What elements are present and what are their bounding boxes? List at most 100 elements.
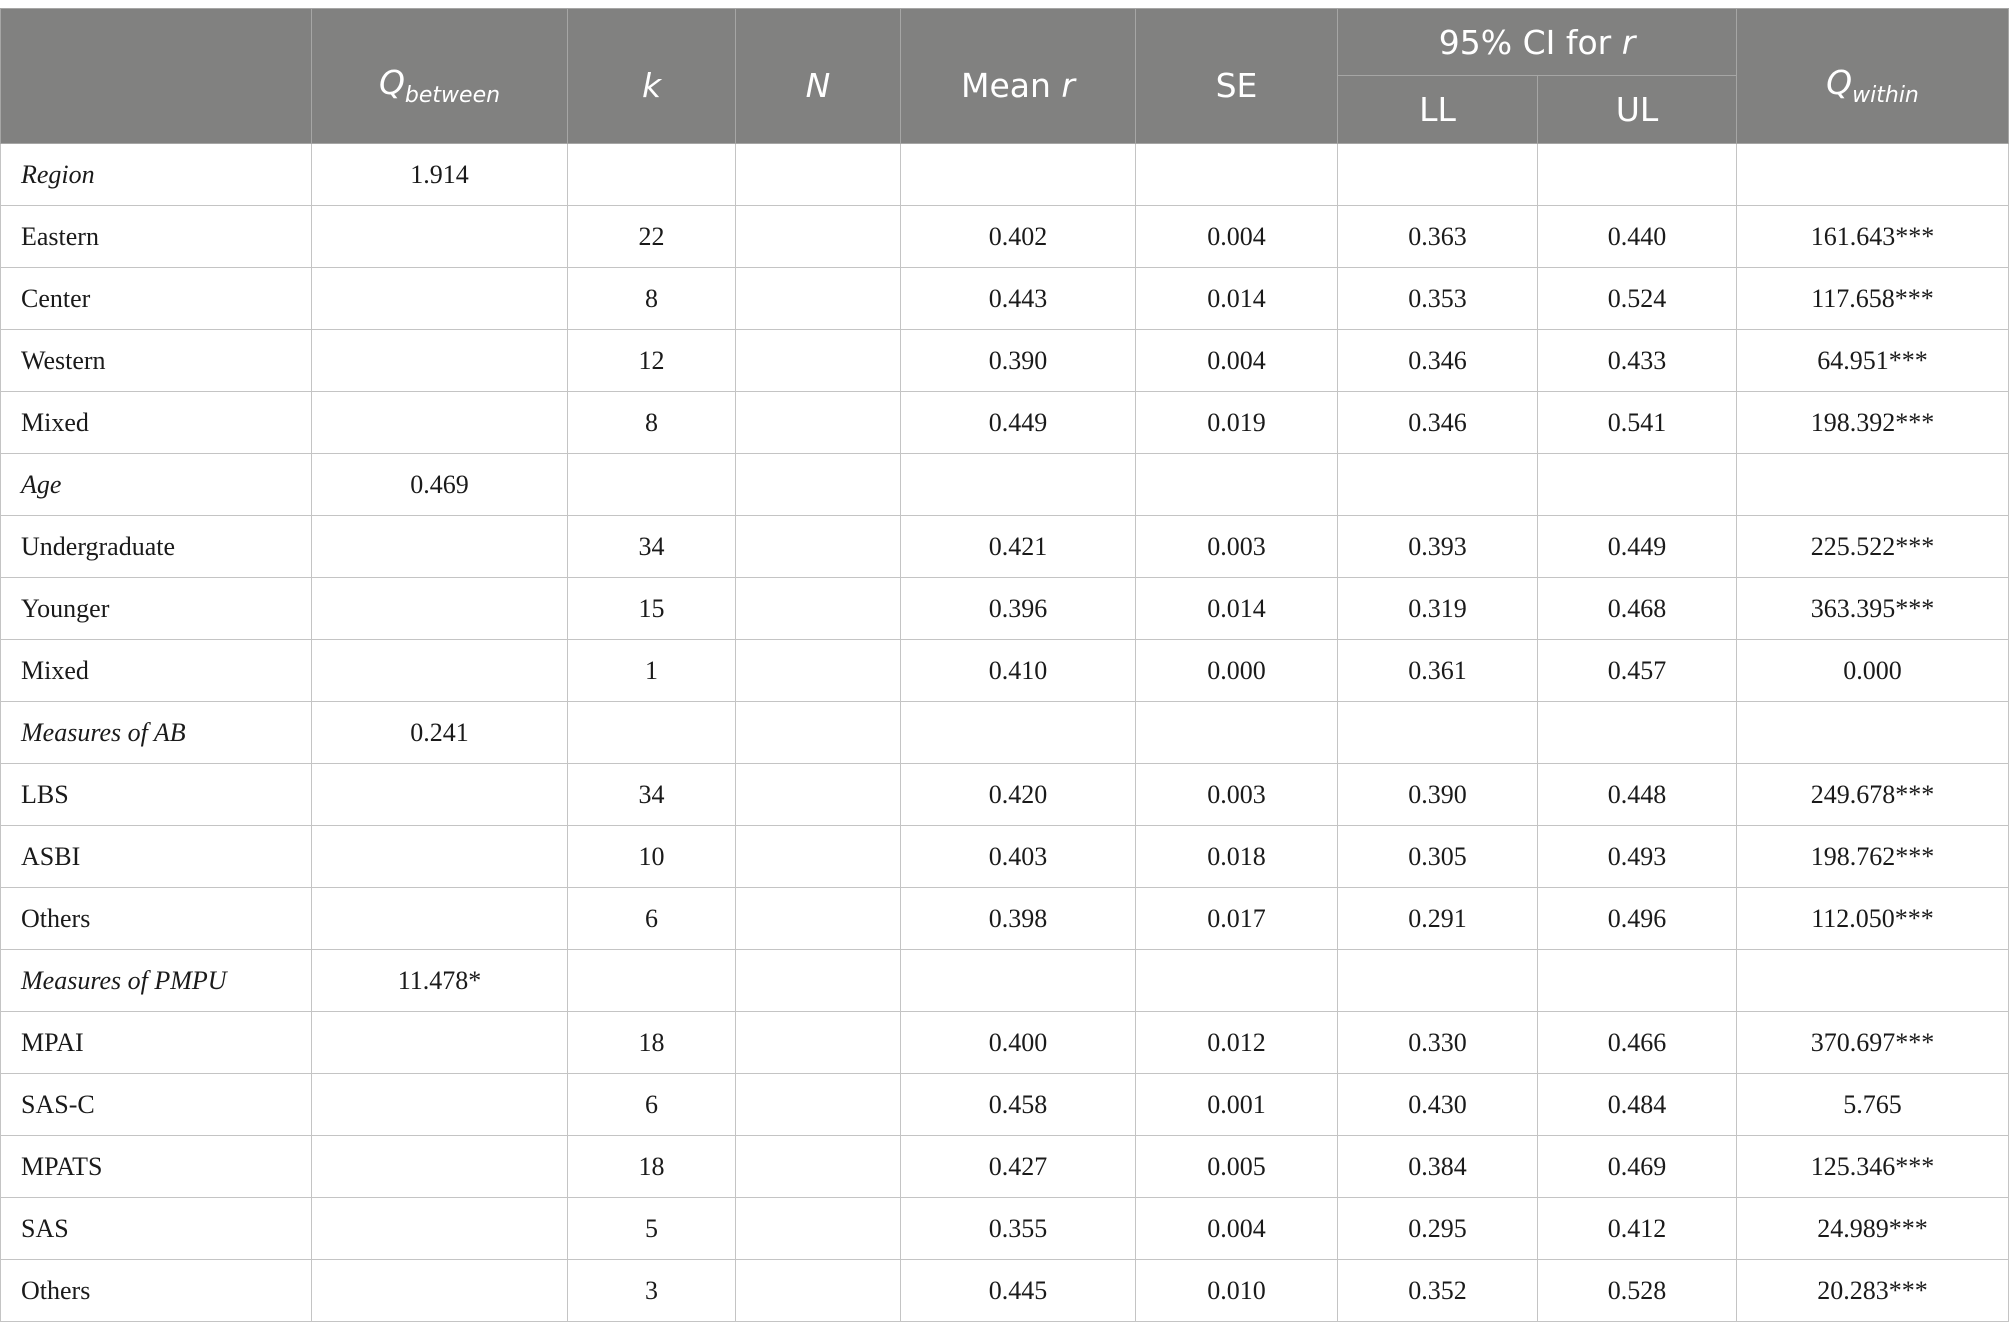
cell-label: Mixed (0, 391, 312, 454)
cell-ll: 0.346 (1337, 391, 1538, 454)
cell-ul: 0.457 (1536, 639, 1738, 702)
cell-q-within (1736, 701, 2009, 764)
cell-mean-r (900, 949, 1136, 1012)
cell-label: MPAI (0, 1011, 312, 1074)
header-ll: LL (1337, 75, 1538, 144)
header-q-between-main: Q (378, 62, 405, 102)
cell-ll: 0.430 (1337, 1073, 1538, 1136)
results-table-container: Qbetween k N Mean r SE 95% CI for r Qwit… (0, 8, 2009, 1322)
cell-k: 6 (567, 887, 736, 950)
cell-ul: 0.496 (1536, 887, 1738, 950)
cell-ul: 0.433 (1536, 329, 1738, 392)
cell-n (735, 887, 901, 950)
cell-k: 12 (567, 329, 736, 392)
cell-label: Mixed (0, 639, 312, 702)
cell-ll: 0.352 (1337, 1259, 1538, 1322)
table-header: Qbetween k N Mean r SE 95% CI for r Qwit… (0, 8, 2009, 144)
table-row: Others 6 0.398 0.017 0.291 0.496 112.050*** (0, 887, 2009, 950)
cell-se: 0.001 (1135, 1073, 1338, 1136)
cell-label: Center (0, 267, 312, 330)
cell-se: 0.000 (1135, 639, 1338, 702)
cell-q-within: 363.395*** (1736, 577, 2009, 640)
cell-mean-r (900, 453, 1136, 516)
header-q-within-main: Q (1826, 62, 1853, 102)
cell-label: Region (0, 143, 312, 206)
cell-n (735, 391, 901, 454)
cell-ll: 0.393 (1337, 515, 1538, 578)
cell-ul: 0.466 (1536, 1011, 1738, 1074)
cell-label: SAS-C (0, 1073, 312, 1136)
cell-q-between (311, 267, 568, 330)
cell-ul: 0.493 (1536, 825, 1738, 888)
cell-ul (1536, 453, 1738, 516)
header-q-between: Qbetween (311, 8, 568, 144)
cell-mean-r: 0.420 (900, 763, 1136, 826)
cell-k: 5 (567, 1197, 736, 1260)
cell-label: Western (0, 329, 312, 392)
table-group-row: Region 1.914 (0, 143, 2009, 206)
cell-ll: 0.361 (1337, 639, 1538, 702)
cell-se: 0.003 (1135, 763, 1338, 826)
cell-n (735, 205, 901, 268)
cell-se: 0.017 (1135, 887, 1338, 950)
cell-label: LBS (0, 763, 312, 826)
cell-q-between (311, 329, 568, 392)
cell-mean-r: 0.427 (900, 1135, 1136, 1198)
cell-mean-r: 0.402 (900, 205, 1136, 268)
cell-n (735, 577, 901, 640)
cell-n (735, 453, 901, 516)
cell-n (735, 949, 901, 1012)
cell-q-between: 0.241 (311, 701, 568, 764)
cell-se: 0.005 (1135, 1135, 1338, 1198)
table-group-row: Measures of PMPU 11.478* (0, 949, 2009, 1012)
cell-q-within: 24.989*** (1736, 1197, 2009, 1260)
cell-label: Undergraduate (0, 515, 312, 578)
cell-q-between (311, 825, 568, 888)
cell-ll: 0.330 (1337, 1011, 1538, 1074)
table-row: Younger 15 0.396 0.014 0.319 0.468 363.395*** (0, 577, 2009, 640)
cell-mean-r (900, 701, 1136, 764)
cell-label: Measures of PMPU (0, 949, 312, 1012)
cell-q-within: 198.762*** (1736, 825, 2009, 888)
cell-se: 0.014 (1135, 577, 1338, 640)
cell-mean-r: 0.449 (900, 391, 1136, 454)
table-row: ASBI 10 0.403 0.018 0.305 0.493 198.762*** (0, 825, 2009, 888)
cell-n (735, 515, 901, 578)
cell-k: 22 (567, 205, 736, 268)
cell-ul (1536, 949, 1738, 1012)
cell-mean-r: 0.445 (900, 1259, 1136, 1322)
cell-q-between (311, 887, 568, 950)
cell-k: 8 (567, 391, 736, 454)
cell-q-within: 0.000 (1736, 639, 2009, 702)
cell-n (735, 1135, 901, 1198)
header-q-between-sub: between (404, 82, 501, 108)
cell-label: Others (0, 1259, 312, 1322)
table-group-row: Age 0.469 (0, 453, 2009, 516)
cell-ll (1337, 701, 1538, 764)
cell-se (1135, 701, 1338, 764)
cell-q-between (311, 639, 568, 702)
cell-label: Younger (0, 577, 312, 640)
cell-q-between (311, 1135, 568, 1198)
cell-n (735, 639, 901, 702)
header-ci-italic: r (1621, 22, 1636, 62)
cell-q-within (1736, 949, 2009, 1012)
cell-q-between: 1.914 (311, 143, 568, 206)
cell-ll: 0.346 (1337, 329, 1538, 392)
cell-n (735, 1197, 901, 1260)
table-row: Others 3 0.445 0.010 0.352 0.528 20.283*** (0, 1259, 2009, 1322)
cell-mean-r: 0.458 (900, 1073, 1136, 1136)
cell-k: 34 (567, 515, 736, 578)
cell-label: SAS (0, 1197, 312, 1260)
header-ul: UL (1536, 75, 1738, 144)
cell-mean-r: 0.421 (900, 515, 1136, 578)
cell-k: 15 (567, 577, 736, 640)
cell-n (735, 1259, 901, 1322)
cell-mean-r (900, 143, 1136, 206)
header-ci-text: 95% CI for (1438, 22, 1622, 62)
cell-q-between (311, 205, 568, 268)
cell-ul: 0.528 (1536, 1259, 1738, 1322)
cell-q-within (1736, 143, 2009, 206)
cell-q-between (311, 577, 568, 640)
cell-q-between (311, 1197, 568, 1260)
